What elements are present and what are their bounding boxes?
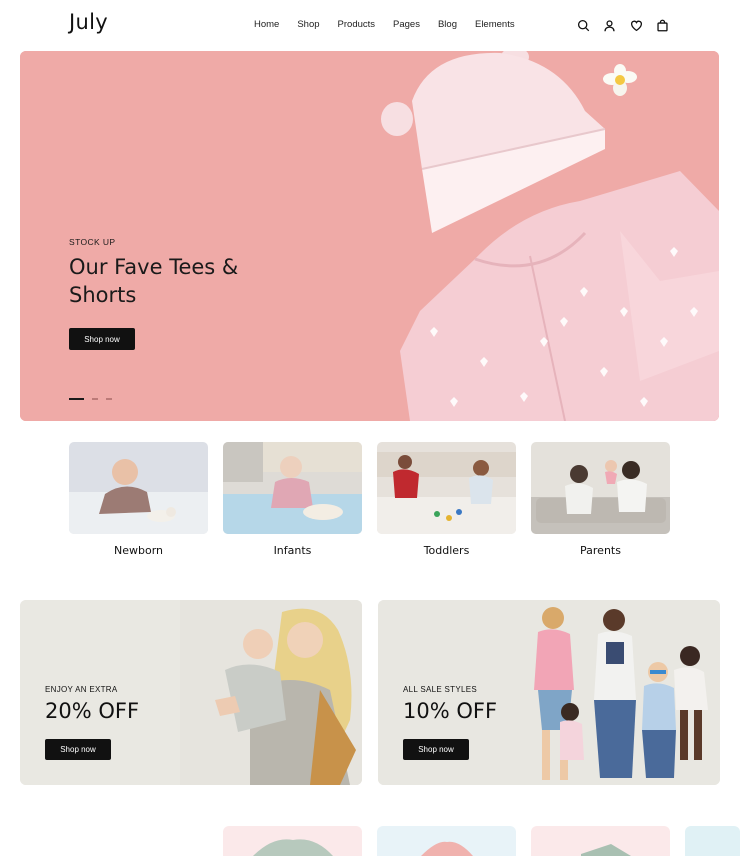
category-label[interactable]: Newborn xyxy=(69,544,208,557)
logo[interactable]: July xyxy=(69,10,108,34)
category-image-newborn[interactable] xyxy=(69,442,208,534)
search-icon[interactable] xyxy=(576,18,590,32)
hero-image xyxy=(20,51,719,421)
hero-shop-now-button[interactable]: Shop now xyxy=(69,328,135,350)
product-card[interactable] xyxy=(531,826,670,856)
heart-icon[interactable] xyxy=(629,18,643,32)
nav-products[interactable]: Products xyxy=(338,19,376,30)
promo-banner-sale: ALL SALE STYLES 10% OFF Shop now xyxy=(378,600,720,785)
product-card[interactable] xyxy=(377,826,516,856)
category-image-infants[interactable] xyxy=(223,442,362,534)
promo-banner-extra: ENJOY AN EXTRA 20% OFF Shop now xyxy=(20,600,362,785)
category-image-toddlers[interactable] xyxy=(377,442,516,534)
nav-elements[interactable]: Elements xyxy=(475,19,515,30)
promo-shop-now-button[interactable]: Shop now xyxy=(45,739,111,760)
user-icon[interactable] xyxy=(603,18,617,32)
promo-title: 10% OFF xyxy=(403,699,498,723)
product-card[interactable] xyxy=(685,826,740,856)
main-nav: Home Shop Products Pages Blog Elements xyxy=(254,19,533,30)
category-newborn[interactable]: Newborn xyxy=(69,442,208,557)
hero-eyebrow: STOCK UP xyxy=(69,237,116,247)
promo-shop-now-button[interactable]: Shop now xyxy=(403,739,469,760)
category-label[interactable]: Parents xyxy=(531,544,670,557)
category-image-parents[interactable] xyxy=(531,442,670,534)
category-label[interactable]: Toddlers xyxy=(377,544,516,557)
promo-eyebrow: ALL SALE STYLES xyxy=(403,685,478,694)
slider-dot-2[interactable] xyxy=(92,398,98,400)
nav-blog[interactable]: Blog xyxy=(438,19,457,30)
header-actions xyxy=(576,18,682,32)
nav-pages[interactable]: Pages xyxy=(393,19,420,30)
hero-title: Our Fave Tees & Shorts xyxy=(69,255,239,307)
product-image xyxy=(253,839,333,856)
category-infants[interactable]: Infants xyxy=(223,442,362,557)
product-image xyxy=(421,841,473,856)
category-parents[interactable]: Parents xyxy=(531,442,670,557)
product-image xyxy=(581,844,631,856)
hero-banner: STOCK UP Our Fave Tees & Shorts Shop now xyxy=(20,51,719,421)
category-label[interactable]: Infants xyxy=(223,544,362,557)
slider-dots xyxy=(69,398,120,400)
nav-shop[interactable]: Shop xyxy=(297,19,319,30)
promo-eyebrow: ENJOY AN EXTRA xyxy=(45,685,118,694)
promo-title: 20% OFF xyxy=(45,699,140,723)
bag-icon[interactable] xyxy=(656,18,670,32)
slider-dot-1[interactable] xyxy=(69,398,84,400)
site-header: July Home Shop Products Pages Blog Eleme… xyxy=(0,0,740,50)
product-card[interactable] xyxy=(223,826,362,856)
nav-home[interactable]: Home xyxy=(254,19,279,30)
category-toddlers[interactable]: Toddlers xyxy=(377,442,516,557)
slider-dot-3[interactable] xyxy=(106,398,112,400)
